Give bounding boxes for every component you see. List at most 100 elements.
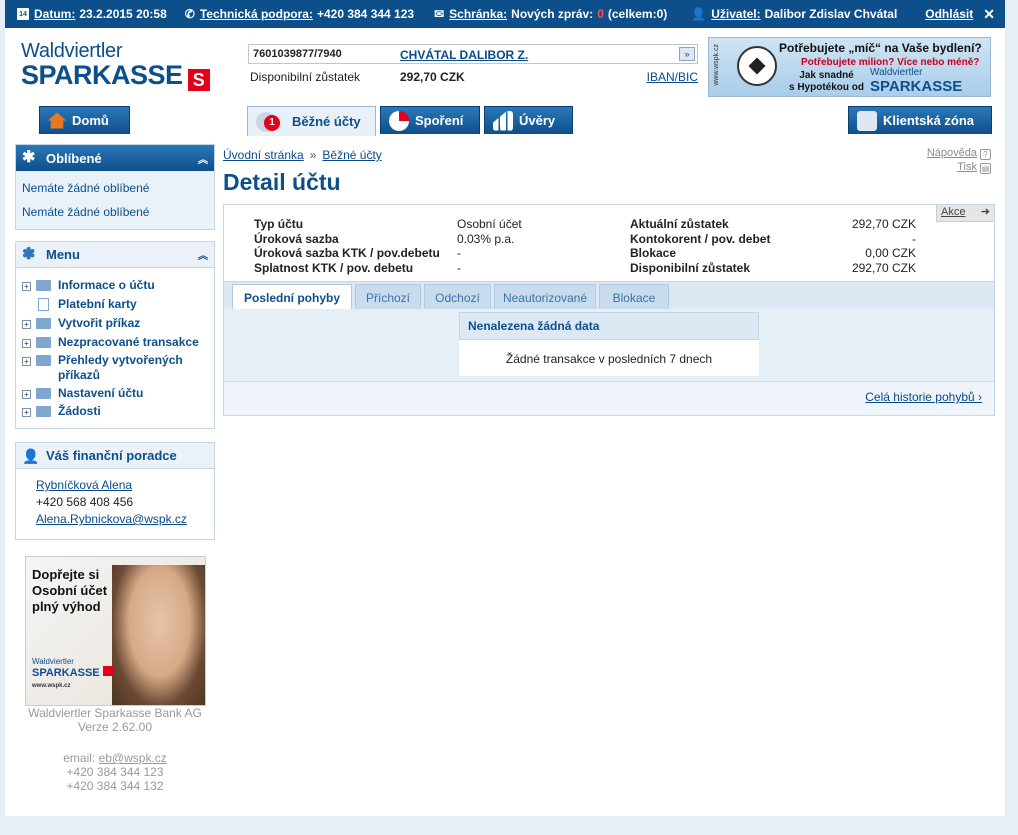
help-link[interactable]: Nápověda bbox=[927, 147, 977, 159]
notification-badge: 1 bbox=[264, 114, 280, 131]
tab-recent[interactable]: Poslední pohyby bbox=[232, 284, 352, 311]
favorites-panel: ✱ Oblíbené ︽ Nemáte žádné oblíbené Nemát… bbox=[15, 144, 215, 230]
tab-loans[interactable]: Úvěry bbox=[484, 106, 573, 134]
tab-client-label: Klientská zóna bbox=[883, 113, 975, 128]
close-icon[interactable]: ✕ bbox=[983, 6, 995, 23]
expand-icon[interactable]: + bbox=[22, 408, 31, 417]
help-links: Nápověda? Tisk ▤ bbox=[927, 146, 991, 174]
logo-line2: SPARKASSE S bbox=[21, 62, 210, 91]
menu-item-pending[interactable]: + Nezpracované transakce bbox=[16, 335, 214, 353]
tab-current-label: Běžné účty bbox=[292, 114, 361, 129]
breadcrumb-current[interactable]: Běžné účty bbox=[322, 148, 381, 162]
expand-icon[interactable]: + bbox=[22, 339, 31, 348]
folder-icon bbox=[36, 280, 51, 291]
puzzle-icon: ✽ bbox=[22, 245, 36, 263]
date-label[interactable]: Datum: bbox=[34, 7, 75, 21]
question-icon[interactable]: ? bbox=[980, 149, 991, 160]
date-value: 23.2.2015 20:58 bbox=[79, 7, 167, 21]
available-label: Disponibilní zůstatek bbox=[250, 70, 361, 84]
breadcrumb-separator: » bbox=[309, 148, 317, 162]
advisor-name-link[interactable]: Rybníčková Alena bbox=[36, 478, 132, 492]
user-label[interactable]: Uživatel: bbox=[711, 7, 760, 21]
tab-client-zone[interactable]: Klientská zóna bbox=[848, 106, 992, 134]
tab-incoming[interactable]: Příchozí bbox=[355, 284, 421, 310]
collapse-icon[interactable]: ︽ bbox=[198, 247, 208, 262]
menu-item-create-order[interactable]: + Vytvořit příkaz bbox=[16, 316, 214, 335]
banner-brand2: SPARKASSE bbox=[870, 78, 963, 95]
folder-icon bbox=[36, 337, 51, 348]
banner-line1: Potřebujete „míč“ na Vaše bydlení? bbox=[779, 41, 982, 55]
advisor-email-link[interactable]: Alena.Rybnickova@wspk.cz bbox=[36, 512, 187, 526]
full-history-link[interactable]: Celá historie pohybů › bbox=[865, 390, 982, 404]
folder-icon bbox=[36, 388, 51, 399]
personal-account-promo[interactable]: Dopřejte si Osobní účet plný výhod Waldvie… bbox=[25, 556, 206, 706]
calendar-icon: 14 bbox=[17, 8, 29, 20]
top-bar: 14 Datum: 23.2.2015 20:58 ✆ Technická po… bbox=[5, 0, 1005, 28]
expand-icon[interactable]: + bbox=[22, 282, 31, 291]
brand-logo[interactable]: Waldviertler SPARKASSE S bbox=[21, 40, 210, 91]
transactions-panel: Nenalezena žádná data Žádné transakce v … bbox=[224, 309, 994, 415]
tab-savings[interactable]: Spoření bbox=[380, 106, 480, 134]
tab-home[interactable]: Domů bbox=[39, 106, 130, 134]
advisor-body: Rybníčková Alena +420 568 408 456 Alena.… bbox=[16, 469, 214, 536]
support-phone: +420 384 344 123 bbox=[316, 7, 415, 21]
support-segment: ✆ Technická podpora: +420 384 344 123 bbox=[185, 7, 414, 21]
value-available: 292,70 CZK bbox=[851, 260, 916, 275]
tab-unauthorized[interactable]: Neautorizované bbox=[494, 284, 596, 310]
arrow-right-icon: ➜ bbox=[980, 206, 990, 218]
value-overdraft-due: - bbox=[457, 260, 461, 275]
menu-item-settings[interactable]: + Nastavení účtu bbox=[16, 386, 214, 404]
expand-icon[interactable]: + bbox=[22, 390, 31, 399]
logout-segment: Odhlásit ✕ bbox=[925, 6, 995, 23]
advisor-panel: 👤 Váš finanční poradce Rybníčková Alena … bbox=[15, 442, 215, 540]
expand-icon[interactable]: + bbox=[22, 357, 31, 366]
date-segment: 14 Datum: 23.2.2015 20:58 bbox=[17, 7, 167, 21]
footer-email-row: email: eb@wspk.cz bbox=[63, 751, 167, 765]
folder-icon bbox=[36, 318, 51, 329]
footer-bank: Waldviertler Sparkasse Bank AG bbox=[28, 706, 202, 720]
logout-link[interactable]: Odhlásit bbox=[925, 7, 973, 21]
expand-icon[interactable]: + bbox=[22, 320, 31, 329]
menu-item-overviews[interactable]: + Přehledy vytvořených příkazů bbox=[16, 353, 214, 386]
printer-icon[interactable]: ▤ bbox=[980, 163, 991, 174]
coins-icon: 1 bbox=[256, 111, 280, 132]
label-overdraft-due: Splatnost KTK / pov. debetu bbox=[254, 260, 414, 275]
woman-photo bbox=[112, 565, 205, 705]
menu-item-requests[interactable]: + Žádosti bbox=[16, 404, 214, 422]
document-icon bbox=[38, 298, 49, 311]
sparkasse-s-icon bbox=[102, 666, 113, 676]
banner-brand1: Waldviertler bbox=[870, 67, 923, 78]
collapse-icon[interactable]: ︽ bbox=[198, 151, 208, 166]
tab-loans-label: Úvěry bbox=[519, 113, 556, 128]
menu-item-cards[interactable]: Platební karty bbox=[16, 297, 214, 316]
action-menu[interactable]: Akce ➜ bbox=[936, 205, 994, 222]
star-icon: ✱ bbox=[22, 149, 36, 166]
tab-current-accounts[interactable]: 1 Běžné účty bbox=[247, 106, 376, 136]
breadcrumb-home[interactable]: Úvodní stránka bbox=[223, 148, 304, 162]
account-selector[interactable]: 7601039877/7940 CHVÁTAL DALIBOR Z. » bbox=[248, 44, 698, 64]
inbox-label[interactable]: Schránka: bbox=[449, 7, 507, 21]
tools-icon bbox=[857, 110, 877, 131]
print-link[interactable]: Tisk bbox=[957, 161, 977, 173]
mortgage-banner[interactable]: www.wspk.cz Potřebujete „míč“ na Vaše by… bbox=[708, 37, 991, 97]
chevron-down-icon[interactable]: » bbox=[679, 47, 695, 61]
menu-header[interactable]: ✽ Menu ︽ bbox=[16, 242, 214, 268]
value-overdraft: - bbox=[912, 231, 916, 246]
favorites-header[interactable]: ✱ Oblíbené ︽ bbox=[16, 145, 214, 171]
available-value: 292,70 CZK bbox=[400, 70, 465, 84]
inbox-text-a: Nových zpráv: bbox=[511, 7, 594, 21]
account-holder[interactable]: CHVÁTAL DALIBOR Z. bbox=[400, 48, 528, 62]
no-data-title: Nenalezena žádná data bbox=[459, 312, 759, 340]
house-icon bbox=[48, 112, 66, 129]
tab-outgoing[interactable]: Odchozí bbox=[424, 284, 491, 310]
menu-item-account-info[interactable]: + Informace o účtu bbox=[16, 278, 214, 297]
support-label[interactable]: Technická podpora: bbox=[200, 7, 313, 21]
label-interest-rate: Úroková sazba bbox=[254, 231, 339, 246]
iban-link[interactable]: IBAN/BIC bbox=[647, 70, 698, 84]
menu-title: Menu bbox=[46, 247, 80, 262]
action-link[interactable]: Akce bbox=[941, 206, 965, 218]
right-values: 292,70 CZK - 0,00 CZK 292,70 CZK bbox=[784, 217, 916, 275]
tab-blocked[interactable]: Blokace bbox=[599, 284, 669, 310]
inbox-segment: ✉ Schránka: Nových zpráv: 0 (celkem:0) bbox=[434, 7, 667, 21]
footer-email-link[interactable]: eb@wspk.cz bbox=[99, 751, 167, 765]
